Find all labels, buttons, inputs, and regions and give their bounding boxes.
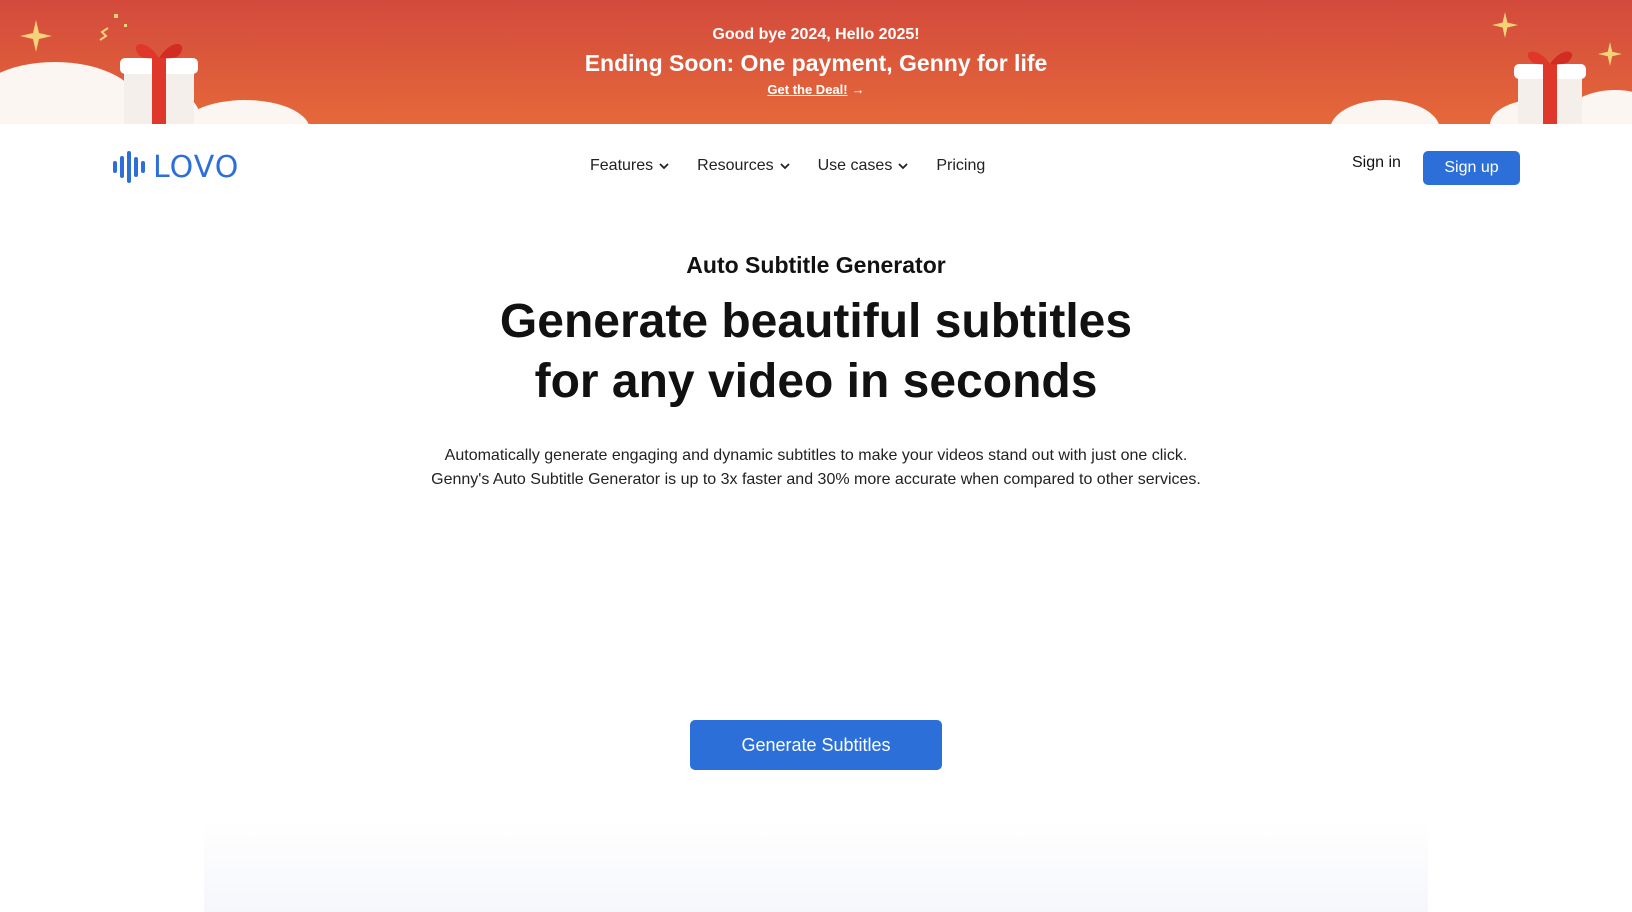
arrow-right-icon: → <box>851 82 865 97</box>
nav-item-features[interactable]: Features <box>590 154 669 178</box>
chevron-down-icon <box>779 163 790 170</box>
nav-item-label: Use cases <box>817 157 893 174</box>
generate-subtitles-button[interactable]: Generate Subtitles <box>690 720 942 770</box>
soundwave-icon <box>113 151 145 183</box>
main-nav: Features Resources Use cases Pricing <box>590 154 985 178</box>
nav-item-use-cases[interactable]: Use cases <box>818 154 909 178</box>
get-the-deal-link[interactable]: Get the Deal! <box>767 82 847 97</box>
preview-panel <box>204 818 1428 912</box>
nav-item-pricing[interactable]: Pricing <box>936 154 985 178</box>
site-header: LOVO Features Resources Use cases Pricin… <box>0 124 1632 210</box>
chevron-down-icon <box>659 163 669 170</box>
logo-text: LOVO <box>153 149 240 185</box>
description-line: Automatically generate engaging and dyna… <box>444 447 1188 464</box>
sign-in-link[interactable]: Sign in <box>1352 154 1401 172</box>
page-eyebrow: Auto Subtitle Generator <box>686 252 946 278</box>
cloud-decoration <box>1330 100 1440 124</box>
headline-line: for any video in seconds <box>534 355 1098 408</box>
promo-banner: Good bye 2024, Hello 2025! Ending Soon: … <box>0 0 1632 124</box>
nav-item-resources[interactable]: Resources <box>697 154 790 178</box>
lovo-logo[interactable]: LOVO <box>113 149 240 185</box>
promo-title: Ending Soon: One payment, Genny for life <box>584 50 1048 76</box>
nav-item-label: Pricing <box>936 157 986 174</box>
hero-description: Automatically generate engaging and dyna… <box>0 444 1632 492</box>
chevron-down-icon <box>898 163 908 170</box>
nav-item-label: Resources <box>697 157 774 174</box>
nav-item-label: Features <box>590 157 654 174</box>
promo-heading: Good bye 2024, Hello 2025! <box>712 26 920 43</box>
sign-up-button[interactable]: Sign up <box>1423 151 1520 185</box>
description-line: Genny's Auto Subtitle Generator is up to… <box>431 471 1201 488</box>
page-title: Generate beautiful subtitles for any vid… <box>0 292 1632 412</box>
headline-line: Generate beautiful subtitles <box>499 295 1133 348</box>
